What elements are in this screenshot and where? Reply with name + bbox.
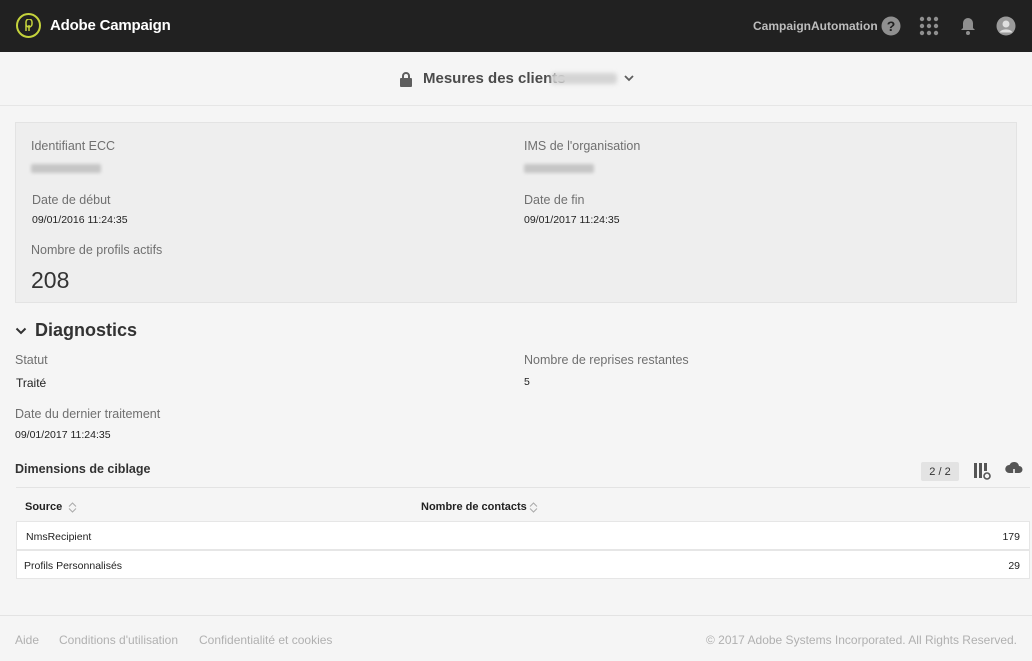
table-row[interactable]: NmsRecipient 179 [16, 521, 1030, 550]
ecc-id-value [31, 164, 101, 173]
page-title: Mesures des clients [423, 70, 566, 87]
bell-icon[interactable] [958, 16, 978, 36]
column-header-source[interactable]: Source [25, 501, 77, 513]
chevron-down-icon[interactable] [15, 325, 27, 337]
avatar-icon[interactable] [996, 16, 1016, 36]
start-date-label: Date de début [32, 193, 111, 207]
ims-org-label: IMS de l'organisation [524, 139, 641, 153]
footer-link-terms[interactable]: Conditions d'utilisation [59, 633, 178, 647]
retries-value: 5 [524, 376, 530, 388]
targeting-dimensions-title: Dimensions de ciblage [15, 462, 151, 476]
ecc-id-label: Identifiant ECC [31, 139, 116, 153]
ims-org-value [524, 164, 594, 173]
sort-icon[interactable] [68, 501, 77, 513]
help-icon[interactable]: ? [881, 16, 901, 36]
copyright-text: © 2017 Adobe Systems Incorporated. All R… [705, 633, 1017, 647]
pagination-indicator[interactable]: 2 / 2 [921, 462, 959, 481]
status-label: Statut [15, 353, 48, 367]
diagnostics-section-title[interactable]: Diagnostics [35, 320, 137, 341]
start-date-value: 09/01/2016 11:24:35 [32, 214, 128, 226]
sort-icon[interactable] [529, 501, 538, 513]
column-label: Source [25, 501, 63, 513]
svg-text:?: ? [887, 18, 896, 34]
footer-link-help[interactable]: Aide [15, 633, 39, 647]
cell-source: Profils Personnalisés [24, 560, 123, 572]
chevron-down-icon[interactable] [623, 72, 635, 84]
summary-panel [15, 122, 1017, 303]
top-navigation-bar: Adobe Campaign CampaignAutomation ? [0, 0, 1032, 52]
last-processing-value: 09/01/2017 11:24:35 [15, 429, 111, 441]
column-header-contacts[interactable]: Nombre de contacts [421, 501, 538, 513]
app-title[interactable]: Adobe Campaign [50, 17, 171, 34]
redacted-client-name [551, 73, 617, 84]
footer-link-privacy[interactable]: Confidentialité et cookies [199, 633, 332, 647]
end-date-value: 09/01/2017 11:24:35 [524, 214, 620, 226]
status-value: Traité [16, 376, 47, 390]
apps-grid-icon[interactable] [919, 16, 939, 36]
table-header: Source Nombre de contacts [16, 487, 1030, 521]
retries-label: Nombre de reprises restantes [524, 353, 689, 367]
active-profiles-value: 208 [31, 267, 70, 293]
cloud-download-icon[interactable] [1004, 461, 1024, 479]
last-processing-label: Date du dernier traitement [15, 407, 161, 421]
active-profiles-label: Nombre de profils actifs [31, 243, 163, 257]
end-date-label: Date de fin [524, 193, 585, 207]
column-settings-icon[interactable] [973, 462, 991, 480]
column-label: Nombre de contacts [421, 501, 527, 513]
adobe-campaign-logo-icon[interactable] [16, 13, 41, 38]
lock-icon [400, 72, 412, 87]
cell-count: 179 [1002, 531, 1020, 543]
cell-count: 29 [1008, 560, 1020, 572]
footer: Aide Conditions d'utilisation Confidenti… [0, 615, 1032, 661]
table-row[interactable]: Profils Personnalisés 29 [16, 550, 1030, 579]
cell-source: NmsRecipient [26, 531, 92, 543]
instance-name[interactable]: CampaignAutomation [753, 19, 878, 33]
